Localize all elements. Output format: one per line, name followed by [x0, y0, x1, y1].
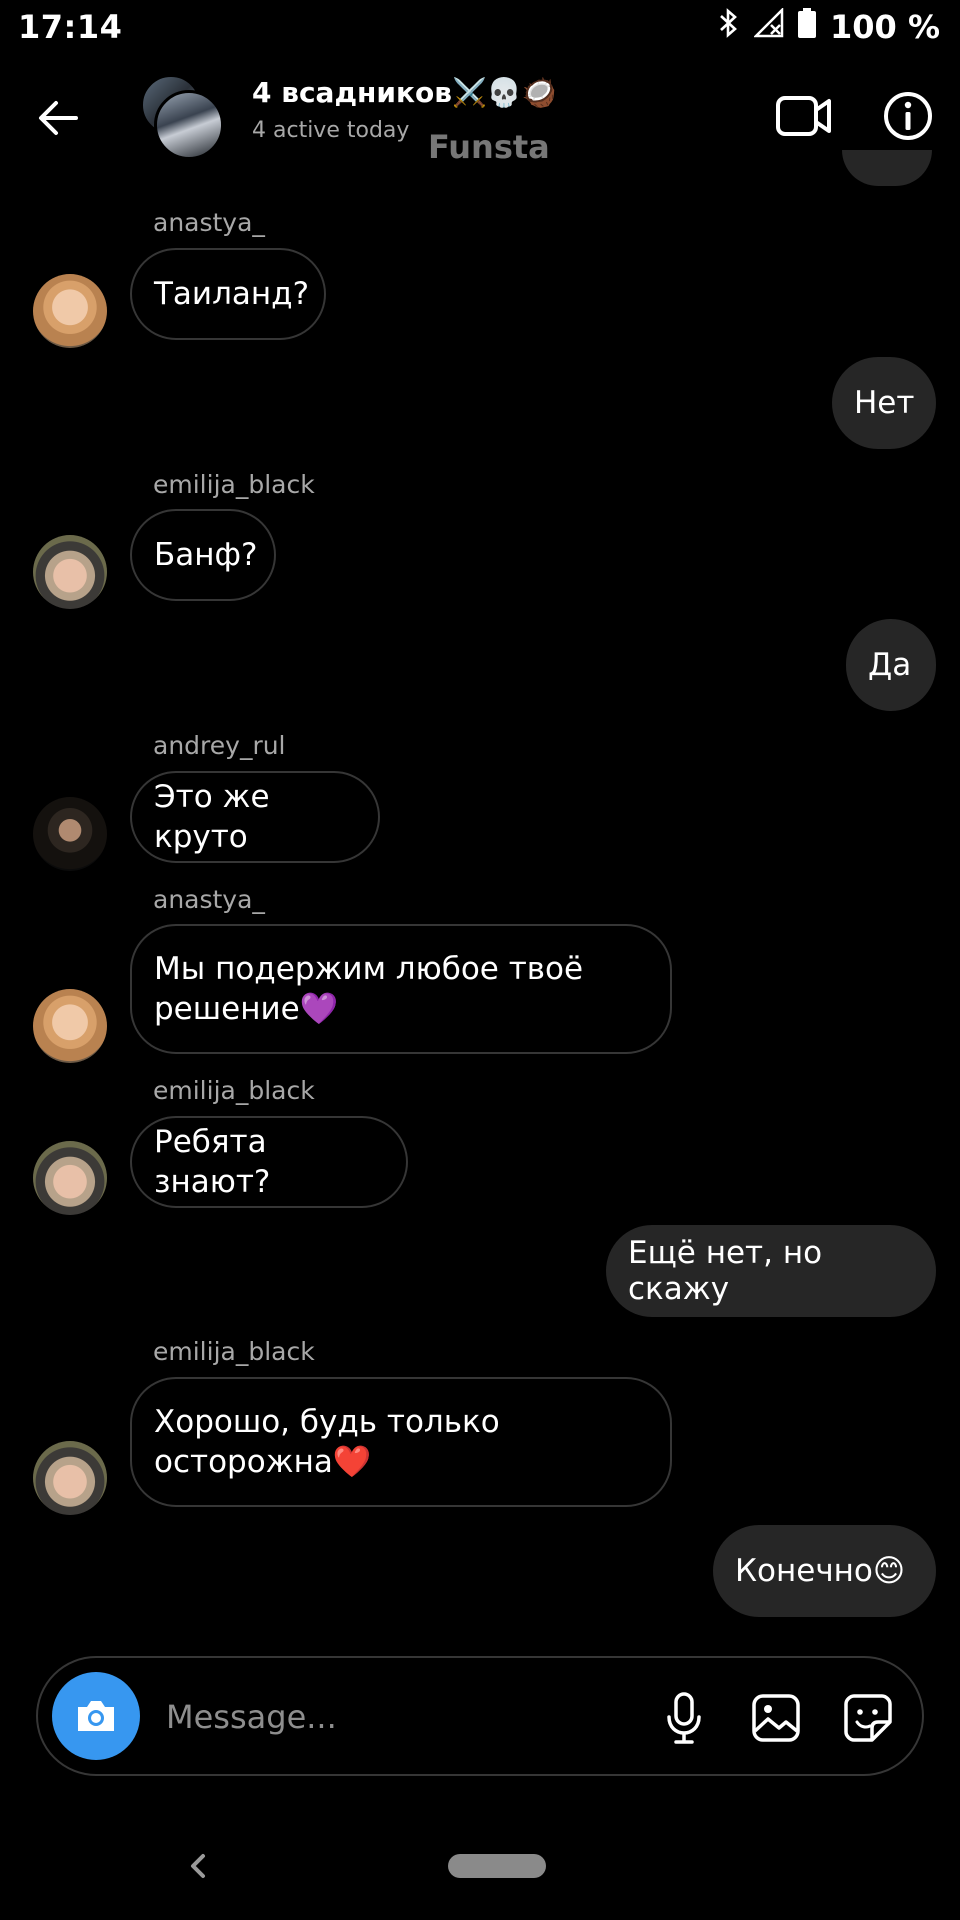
voice-message-button[interactable]	[654, 1688, 714, 1748]
message-username: anastya_	[153, 885, 265, 914]
video-call-icon	[776, 96, 831, 136]
camera-icon	[78, 1701, 114, 1731]
incoming-message[interactable]: Хорошо, будь только осторожна❤️	[130, 1377, 672, 1507]
battery-percent: 100 %	[830, 8, 940, 46]
battery-icon	[798, 8, 816, 46]
microphone-icon	[667, 1692, 701, 1744]
incoming-message[interactable]: Банф?	[130, 509, 276, 601]
message-username: andrey_rul	[153, 731, 286, 760]
info-button[interactable]	[876, 84, 940, 148]
avatar[interactable]	[33, 535, 107, 609]
avatar[interactable]	[33, 1141, 107, 1215]
incoming-message[interactable]: Мы подержим любое твоё решение💜	[130, 924, 672, 1054]
outgoing-message[interactable]: Конечно😊	[713, 1525, 936, 1617]
gallery-icon	[752, 1694, 800, 1742]
group-avatar[interactable]	[140, 74, 226, 160]
avatar[interactable]	[33, 1441, 107, 1515]
info-icon	[884, 92, 932, 140]
chat-header: 4 всадников⚔️💀🥥 4 active today Funsta	[0, 70, 960, 170]
message-username: emilija_black	[153, 470, 315, 499]
camera-button[interactable]	[52, 1672, 140, 1760]
status-time: 17:14	[18, 8, 123, 46]
bluetooth-icon	[718, 8, 740, 46]
status-bar: 17:14 100 %	[0, 0, 960, 56]
message-composer	[36, 1656, 924, 1776]
outgoing-message[interactable]: Нет	[832, 357, 936, 449]
avatar[interactable]	[33, 274, 107, 348]
previous-message-bubble	[842, 150, 932, 186]
outgoing-message[interactable]: Да	[846, 619, 936, 711]
avatar[interactable]	[33, 797, 107, 871]
incoming-message[interactable]: Это же круто	[130, 771, 380, 863]
incoming-message[interactable]: Таиланд?	[130, 248, 326, 340]
system-home-pill[interactable]	[448, 1854, 546, 1878]
chevron-left-icon	[191, 1854, 205, 1878]
chat-title[interactable]: 4 всадников⚔️💀🥥	[252, 76, 557, 109]
video-call-button[interactable]	[772, 84, 836, 148]
message-input[interactable]	[164, 1686, 568, 1748]
status-icons: 100 %	[718, 6, 940, 46]
outgoing-message[interactable]: Ещё нет, но скажу	[606, 1225, 936, 1317]
sticker-button[interactable]	[838, 1688, 898, 1748]
back-arrow-icon	[39, 101, 78, 135]
avatar[interactable]	[33, 989, 107, 1063]
sticker-icon	[844, 1694, 892, 1742]
group-avatar-photo-front	[154, 90, 224, 160]
signal-icon	[752, 6, 784, 46]
incoming-message[interactable]: Ребята знают?	[130, 1116, 408, 1208]
funsta-overlay-label: Funsta	[428, 128, 550, 166]
back-button[interactable]	[30, 90, 86, 146]
message-username: anastya_	[153, 208, 265, 237]
system-back-button[interactable]	[178, 1846, 218, 1886]
message-username: emilija_black	[153, 1076, 315, 1105]
active-status: 4 active today	[252, 118, 410, 143]
gallery-button[interactable]	[746, 1688, 806, 1748]
message-username: emilija_black	[153, 1337, 315, 1366]
